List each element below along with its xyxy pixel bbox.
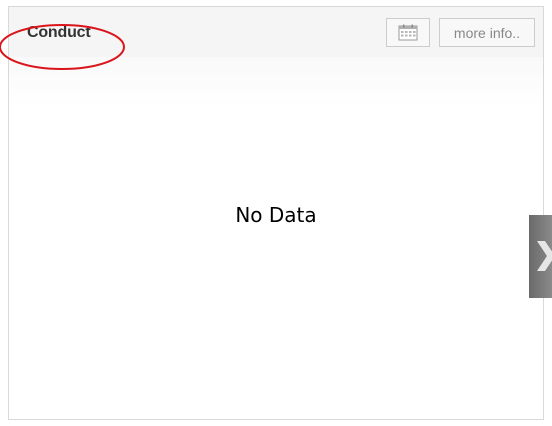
- more-info-button[interactable]: more info..: [439, 18, 535, 47]
- header-divider: [9, 57, 543, 109]
- next-panel-button[interactable]: [529, 215, 552, 298]
- no-data-message: No Data: [235, 203, 317, 227]
- widget-title: Conduct: [27, 24, 91, 41]
- widget-header: Conduct more info..: [9, 7, 543, 57]
- calendar-button[interactable]: [386, 18, 430, 47]
- chevron-right-icon: [537, 241, 552, 271]
- calendar-icon: [398, 24, 418, 41]
- conduct-widget: Conduct more info.. No Data: [8, 6, 544, 420]
